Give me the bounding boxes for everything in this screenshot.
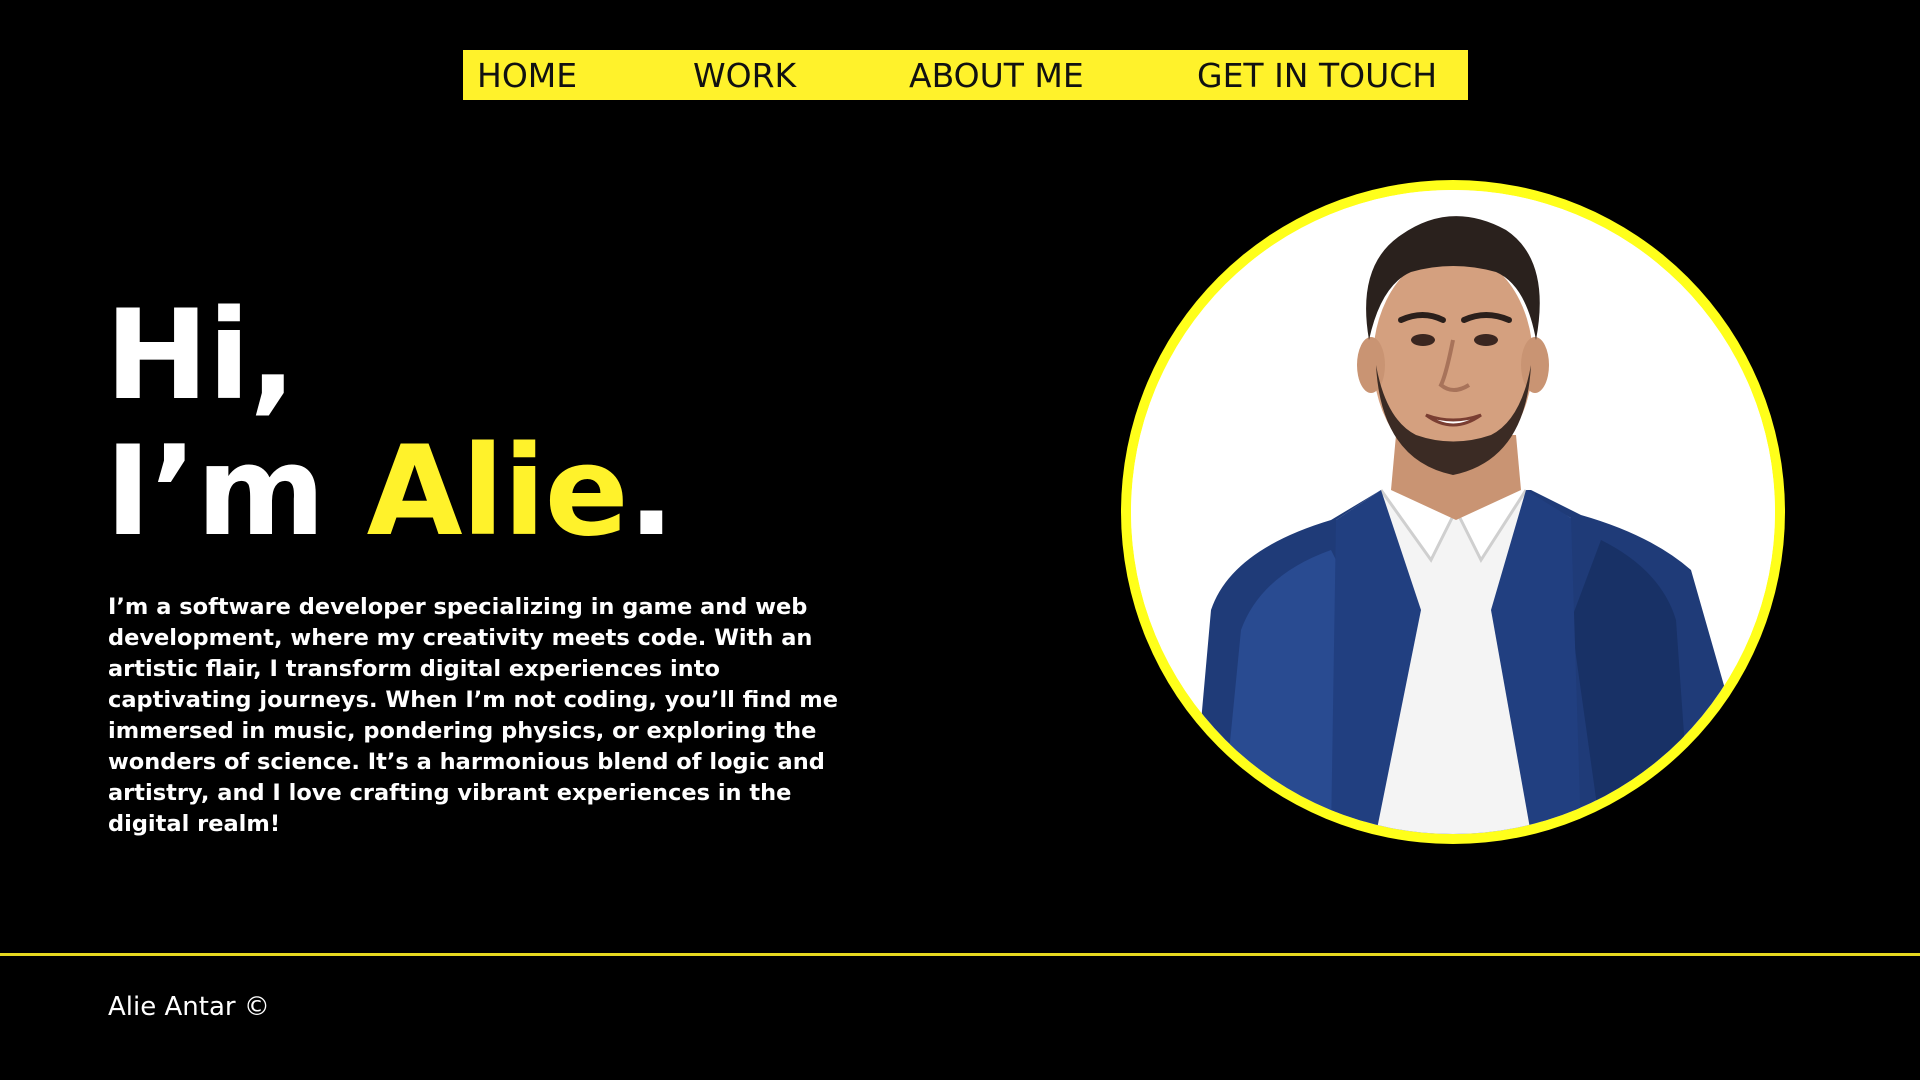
hero-name: Alie <box>366 420 629 564</box>
hero-intro: I’m Alie. <box>105 424 675 560</box>
profile-photo-illustration <box>1131 190 1775 834</box>
nav-about-link[interactable]: ABOUT ME <box>909 50 1084 100</box>
hero-intro-prefix: I’m <box>105 420 367 564</box>
hero-greeting: Hi, <box>105 284 296 428</box>
portfolio-page: HOME WORK ABOUT ME GET IN TOUCH Hi, I’m … <box>0 0 1920 1080</box>
profile-photo <box>1131 190 1775 834</box>
nav-home-link[interactable]: HOME <box>477 50 577 100</box>
hero-heading: Hi, I’m Alie. <box>105 284 675 560</box>
hero-intro-suffix: . <box>627 420 675 564</box>
hero-bio: I’m a software developer specializing in… <box>108 594 838 837</box>
nav-get-in-touch-link[interactable]: GET IN TOUCH <box>1197 50 1437 100</box>
top-navigation: HOME WORK ABOUT ME GET IN TOUCH <box>463 50 1468 100</box>
footer-copyright: Alie Antar © <box>108 992 270 1022</box>
footer-divider <box>0 953 1920 956</box>
nav-work-link[interactable]: WORK <box>693 50 796 100</box>
portrait-frame <box>1121 180 1785 844</box>
